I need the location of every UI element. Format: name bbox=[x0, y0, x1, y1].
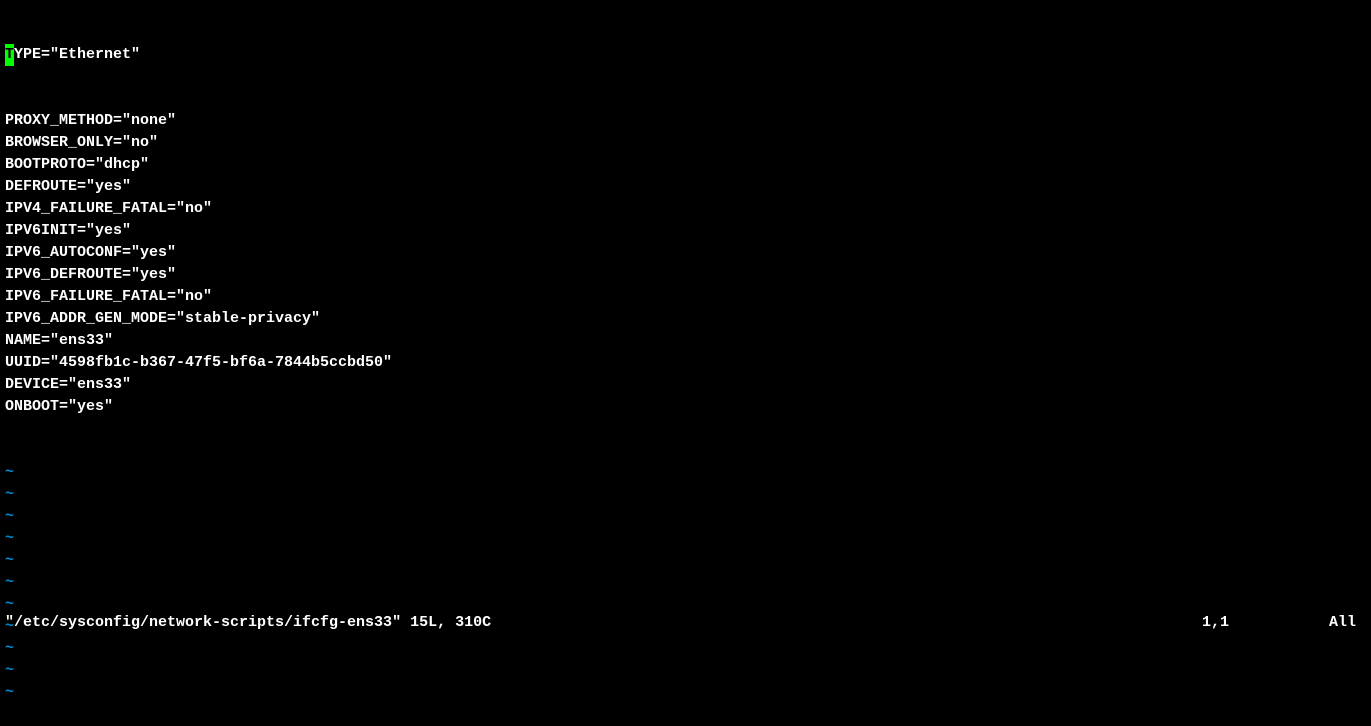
file-line[interactable]: IPV6_ADDR_GEN_MODE="stable-privacy" bbox=[0, 308, 1371, 330]
line-text: BROWSER_ONLY="no" bbox=[5, 134, 158, 151]
empty-line-tilde: ~ bbox=[0, 572, 1371, 594]
file-line[interactable]: ONBOOT="yes" bbox=[0, 396, 1371, 418]
cursor: T bbox=[5, 44, 14, 66]
file-line[interactable]: BROWSER_ONLY="no" bbox=[0, 132, 1371, 154]
line-text: IPV4_FAILURE_FATAL="no" bbox=[5, 200, 212, 217]
line-text: IPV6INIT="yes" bbox=[5, 222, 131, 239]
empty-line-tilde: ~ bbox=[0, 550, 1371, 572]
line-text: IPV6_DEFROUTE="yes" bbox=[5, 266, 176, 283]
line-text: NAME="ens33" bbox=[5, 332, 113, 349]
empty-line-tilde: ~ bbox=[0, 528, 1371, 550]
file-line[interactable]: DEFROUTE="yes" bbox=[0, 176, 1371, 198]
empty-line-tilde: ~ bbox=[0, 660, 1371, 682]
file-line[interactable]: PROXY_METHOD="none" bbox=[0, 110, 1371, 132]
line-text: IPV6_FAILURE_FATAL="no" bbox=[5, 288, 212, 305]
empty-line-tilde: ~ bbox=[0, 484, 1371, 506]
file-line[interactable]: IPV6_DEFROUTE="yes" bbox=[0, 264, 1371, 286]
file-line[interactable]: IPV6_AUTOCONF="yes" bbox=[0, 242, 1371, 264]
vim-status-line: "/etc/sysconfig/network-scripts/ifcfg-en… bbox=[5, 612, 1366, 634]
empty-line-tilde: ~ bbox=[0, 506, 1371, 528]
line-text: PROXY_METHOD="none" bbox=[5, 112, 176, 129]
line-text: IPV6_ADDR_GEN_MODE="stable-privacy" bbox=[5, 310, 320, 327]
status-scroll-indicator: All bbox=[1329, 612, 1366, 634]
file-line[interactable]: DEVICE="ens33" bbox=[0, 374, 1371, 396]
line-text: IPV6_AUTOCONF="yes" bbox=[5, 244, 176, 261]
file-line[interactable]: IPV6_FAILURE_FATAL="no" bbox=[0, 286, 1371, 308]
status-cursor-position: 1,1 bbox=[1202, 612, 1329, 634]
file-line-first[interactable]: TYPE="Ethernet" bbox=[0, 44, 1371, 66]
line-text: ONBOOT="yes" bbox=[5, 398, 113, 415]
file-line[interactable]: UUID="4598fb1c-b367-47f5-bf6a-7844b5ccbd… bbox=[0, 352, 1371, 374]
status-spacer bbox=[491, 612, 1202, 634]
status-file-info: "/etc/sysconfig/network-scripts/ifcfg-en… bbox=[5, 612, 491, 634]
line-text: DEVICE="ens33" bbox=[5, 376, 131, 393]
empty-line-tilde: ~ bbox=[0, 462, 1371, 484]
line-text: UUID="4598fb1c-b367-47f5-bf6a-7844b5ccbd… bbox=[5, 354, 392, 371]
empty-line-tilde: ~ bbox=[0, 682, 1371, 704]
file-line[interactable]: BOOTPROTO="dhcp" bbox=[0, 154, 1371, 176]
file-line[interactable]: IPV4_FAILURE_FATAL="no" bbox=[0, 198, 1371, 220]
empty-line-tilde: ~ bbox=[0, 638, 1371, 660]
file-line[interactable]: IPV6INIT="yes" bbox=[0, 220, 1371, 242]
file-line[interactable]: NAME="ens33" bbox=[0, 330, 1371, 352]
line-text: YPE="Ethernet" bbox=[14, 46, 140, 63]
line-text: BOOTPROTO="dhcp" bbox=[5, 156, 149, 173]
line-text: DEFROUTE="yes" bbox=[5, 178, 131, 195]
